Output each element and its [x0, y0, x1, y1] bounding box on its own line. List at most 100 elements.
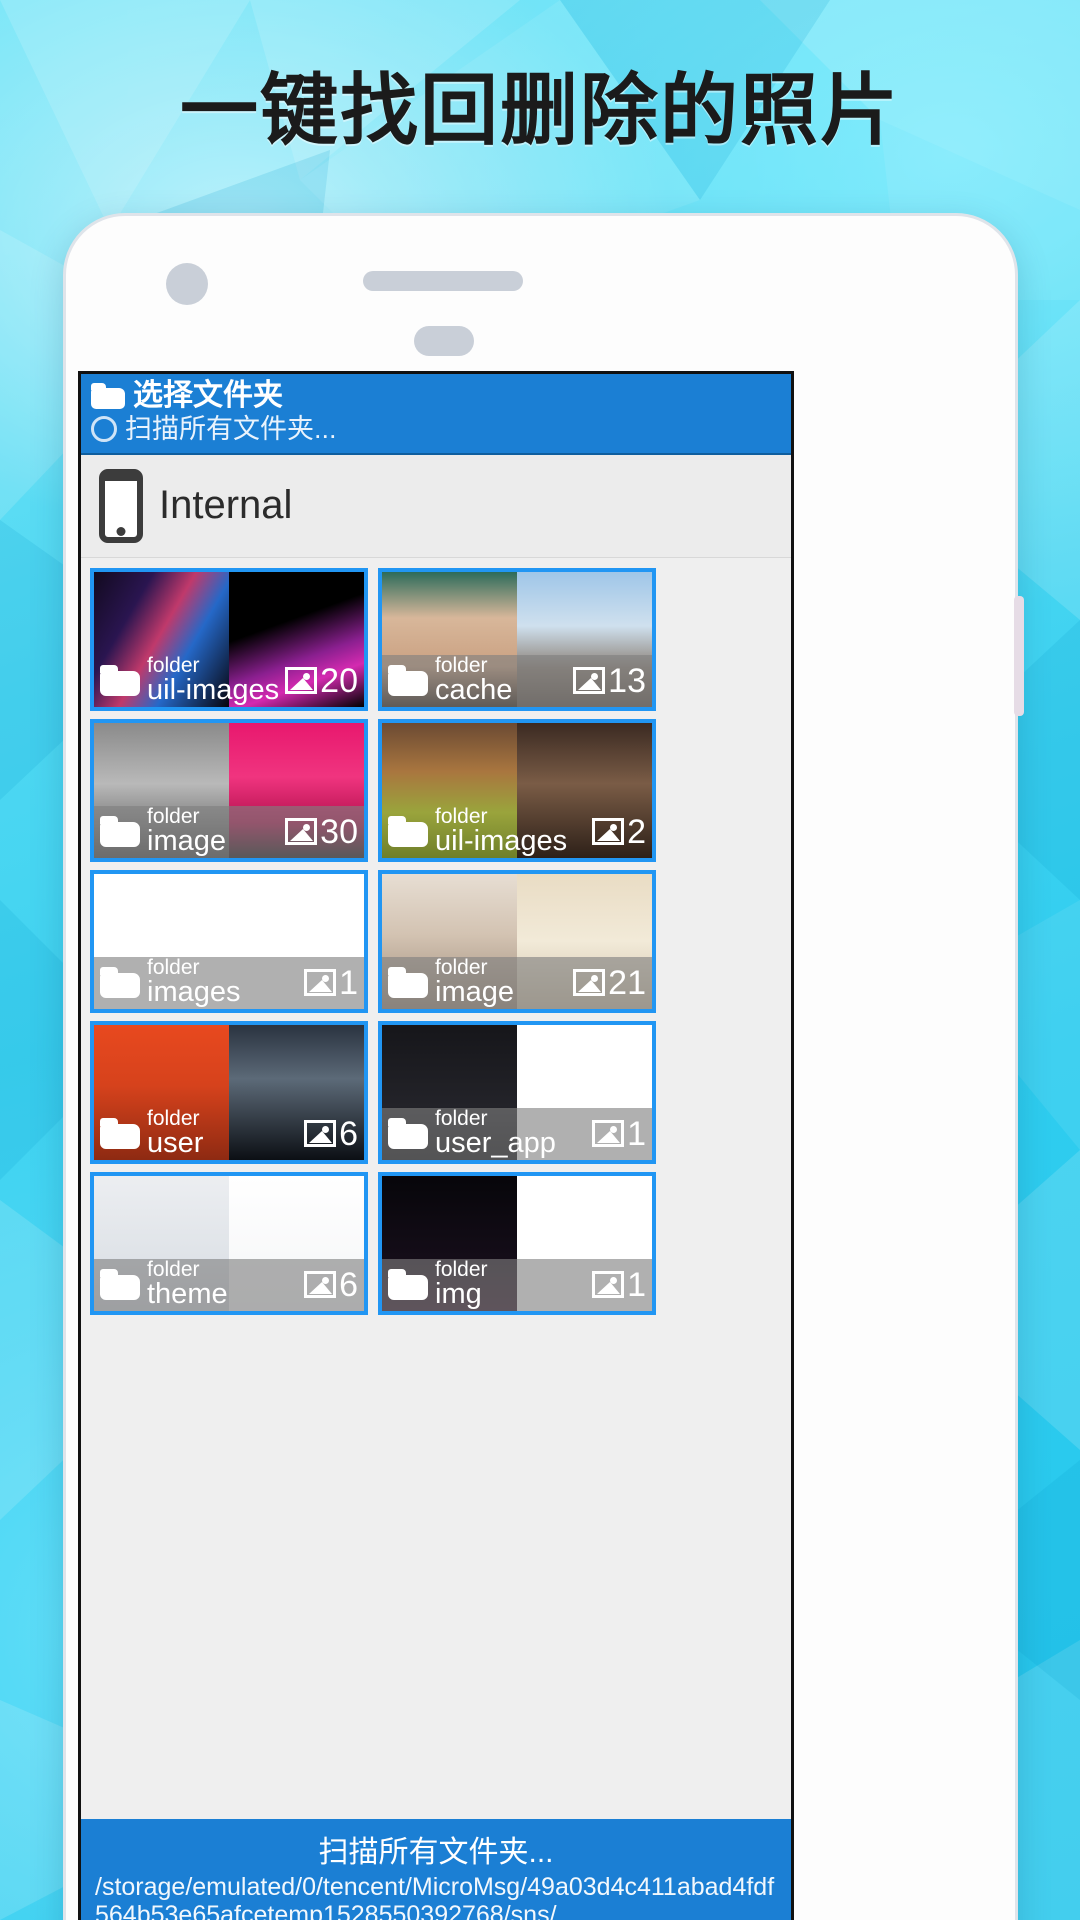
- folder-card-bar: folder theme 6: [94, 1258, 364, 1311]
- folder-card[interactable]: folder uil-images 20: [90, 567, 368, 711]
- folder-card-bar: folder uil-images 2: [382, 806, 652, 858]
- image-icon: [573, 969, 606, 997]
- folder-card-bar: folder image 21: [382, 956, 652, 1009]
- folder-count: 30: [285, 815, 358, 849]
- folder-count-value: 21: [608, 963, 646, 1002]
- folder-count: 1: [304, 966, 358, 1000]
- folder-name-label: uil-images: [435, 825, 568, 858]
- folder-card[interactable]: folder user 6: [90, 1020, 368, 1164]
- folder-icon: [91, 382, 125, 409]
- folder-name-label: user: [147, 1127, 204, 1160]
- scan-status-path: /storage/emulated/0/tencent/MicroMsg/49a…: [95, 1873, 775, 1920]
- folder-count-value: 6: [339, 1265, 358, 1304]
- folder-card-bar: folder cache 13: [382, 654, 652, 707]
- phone-mockup: 选择文件夹 扫描所有文件夹... Internal folder uil-imag…: [63, 213, 1024, 1920]
- folder-kind-label: folder: [435, 654, 488, 678]
- folder-count: 20: [285, 664, 358, 698]
- folder-name-label: theme: [147, 1278, 228, 1311]
- folder-count: 6: [304, 1268, 358, 1302]
- image-icon: [285, 818, 318, 846]
- folder-name-label: images: [147, 976, 241, 1009]
- folder-count-value: 1: [627, 1265, 646, 1304]
- header-title-row[interactable]: 选择文件夹: [91, 380, 781, 412]
- folder-kind-label: folder: [147, 1107, 200, 1131]
- page-title: 一键找回删除的照片: [179, 66, 900, 154]
- folder-count-value: 6: [339, 1114, 358, 1153]
- home-button-icon[interactable]: [414, 326, 474, 356]
- folder-name-label: cache: [435, 674, 513, 707]
- storage-internal-row[interactable]: Internal: [81, 454, 791, 558]
- folder-card[interactable]: folder user_app 1: [378, 1020, 656, 1164]
- folder-grid: folder uil-images 20 folder cache 13 folder ima…: [81, 558, 791, 1319]
- image-icon: [592, 1271, 625, 1299]
- folder-icon: [100, 1118, 140, 1150]
- folder-card-bar: folder uil-images 20: [94, 655, 364, 707]
- phone-side-button-icon: [1014, 596, 1024, 716]
- folder-count: 1: [592, 1117, 646, 1151]
- scan-status-title: 扫描所有文件夹...: [318, 1836, 554, 1869]
- folder-card[interactable]: folder images 1: [90, 869, 368, 1013]
- folder-kind-label: folder: [435, 805, 488, 829]
- folder-kind-label: folder: [147, 1258, 200, 1282]
- image-icon: [304, 1120, 337, 1148]
- folder-name-label: image: [435, 976, 514, 1009]
- scan-status-bar: 扫描所有文件夹... /storage/emulated/0/tencent/M…: [81, 1819, 791, 1920]
- folder-card[interactable]: folder uil-images 2: [378, 718, 656, 862]
- folder-count: 1: [592, 1268, 646, 1302]
- folder-card-text: folder user: [147, 1108, 300, 1159]
- header-subtitle-row[interactable]: 扫描所有文件夹...: [91, 414, 781, 445]
- folder-name-label: img: [435, 1278, 482, 1311]
- folder-card-text: folder user_app: [435, 1108, 588, 1159]
- speaker-grill-icon: [363, 271, 523, 291]
- folder-count-value: 1: [339, 963, 358, 1002]
- folder-card[interactable]: folder img 1: [378, 1171, 656, 1315]
- app-header: 选择文件夹 扫描所有文件夹...: [81, 374, 791, 455]
- folder-count-value: 30: [320, 812, 358, 851]
- folder-card-bar: folder images 1: [94, 956, 364, 1009]
- header-subtitle: 扫描所有文件夹...: [125, 413, 337, 444]
- folder-card-text: folder image: [435, 957, 569, 1008]
- folder-icon: [388, 1118, 428, 1150]
- folder-card[interactable]: folder cache 13: [378, 567, 656, 711]
- folder-name-label: user_app: [435, 1127, 556, 1160]
- folder-card[interactable]: folder image 21: [378, 869, 656, 1013]
- folder-icon: [100, 1269, 140, 1301]
- app-screen: 选择文件夹 扫描所有文件夹... Internal folder uil-imag…: [78, 371, 794, 1920]
- folder-card-text: folder cache: [435, 655, 569, 706]
- folder-icon: [388, 665, 428, 697]
- folder-kind-label: folder: [435, 1258, 488, 1282]
- folder-kind-label: folder: [147, 654, 200, 678]
- folder-count: 2: [592, 815, 646, 849]
- image-icon: [304, 1271, 337, 1299]
- folder-card-text: folder image: [147, 806, 281, 857]
- folder-count-value: 1: [627, 1114, 646, 1153]
- folder-card-bar: folder user_app 1: [382, 1107, 652, 1160]
- folder-card-text: folder images: [147, 957, 300, 1008]
- folder-card-bar: folder img 1: [382, 1258, 652, 1311]
- image-icon: [285, 667, 318, 695]
- folder-card-text: folder img: [435, 1259, 588, 1310]
- folder-count-value: 2: [627, 812, 646, 851]
- image-icon: [592, 1120, 625, 1148]
- folder-icon: [100, 967, 140, 999]
- folder-count-value: 20: [320, 661, 358, 700]
- folder-kind-label: folder: [435, 956, 488, 980]
- header-title: 选择文件夹: [133, 379, 283, 412]
- folder-count-value: 13: [608, 661, 646, 700]
- folder-name-label: uil-images: [147, 674, 280, 707]
- folder-card[interactable]: folder image 30: [90, 718, 368, 862]
- folder-card-bar: folder image 30: [94, 805, 364, 858]
- folder-count: 6: [304, 1117, 358, 1151]
- folder-icon: [100, 665, 140, 697]
- folder-kind-label: folder: [147, 805, 200, 829]
- folder-card-text: folder uil-images: [435, 806, 588, 857]
- folder-icon: [100, 816, 140, 848]
- camera-dot-icon: [166, 263, 208, 305]
- folder-card-text: folder theme: [147, 1259, 300, 1310]
- folder-name-label: image: [147, 825, 226, 858]
- folder-kind-label: folder: [147, 956, 200, 980]
- folder-count: 13: [573, 664, 646, 698]
- folder-card[interactable]: folder theme 6: [90, 1171, 368, 1315]
- image-icon: [592, 818, 625, 846]
- folder-kind-label: folder: [435, 1107, 488, 1131]
